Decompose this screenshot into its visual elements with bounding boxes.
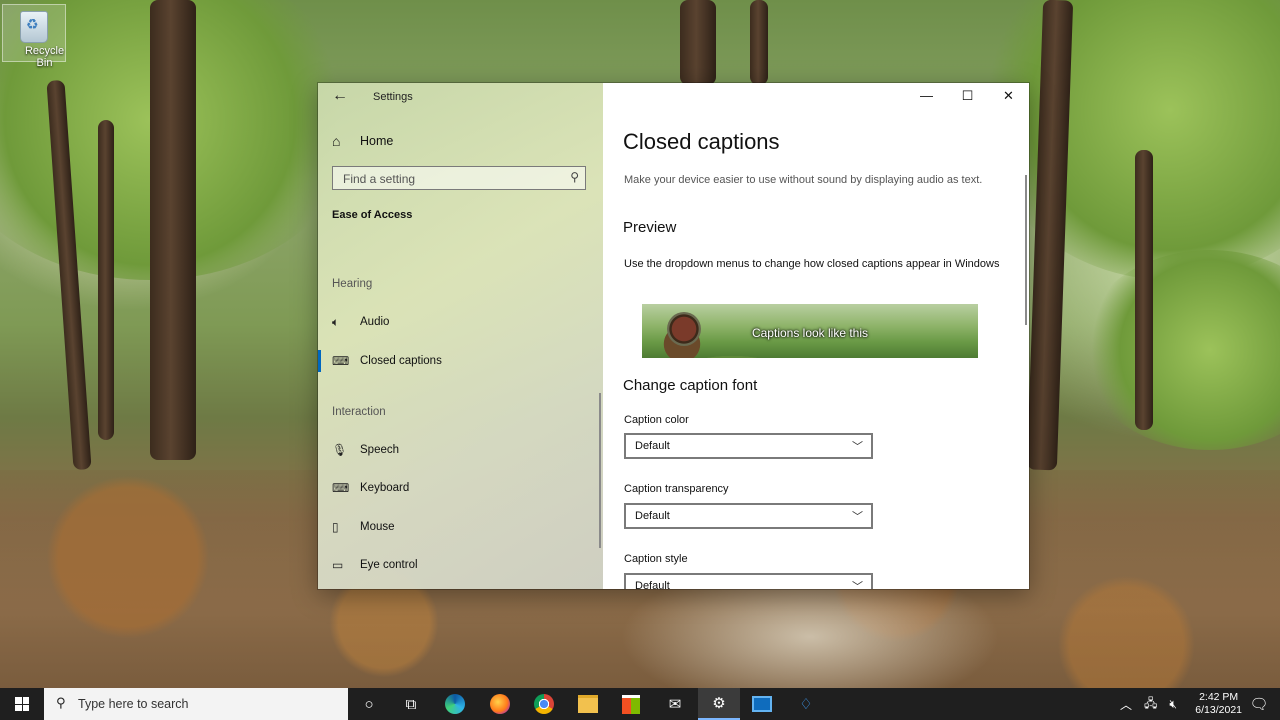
file-explorer-icon[interactable] (567, 688, 609, 720)
taskbar-search-box[interactable]: ⚲ Type here to search (44, 688, 348, 720)
change-caption-font-heading: Change caption font (623, 377, 758, 394)
sidebar-item-audio[interactable]: 🔈︎ Audio (332, 312, 389, 332)
windows-logo-icon (15, 697, 29, 711)
edge-icon[interactable] (434, 688, 476, 720)
page-title: Closed captions (623, 129, 780, 154)
home-icon: ⌂ (332, 133, 341, 149)
minimize-button[interactable]: — (906, 83, 947, 111)
preview-description: Use the dropdown menus to change how clo… (624, 258, 1000, 270)
cortana-icon[interactable]: ○ (348, 688, 390, 720)
firefox-icon[interactable] (479, 688, 521, 720)
caption-transparency-dropdown[interactable]: Default ﹀ (624, 503, 873, 529)
group-heading-hearing: Hearing (332, 278, 373, 290)
sidebar-item-label: Closed captions (360, 355, 442, 367)
recycle-bin-icon (20, 11, 48, 43)
find-setting-search-box[interactable]: Find a setting ⚲ (332, 166, 586, 190)
content-scrollbar[interactable] (1025, 175, 1027, 325)
window-title: Settings (373, 91, 413, 103)
chevron-down-icon: ﹀ (852, 511, 863, 523)
settings-window: ← Settings ⌂ Home Find a setting ⚲ Ease … (318, 83, 1029, 589)
sidebar-item-label: Mouse (360, 521, 395, 533)
recycle-bin-label: Recycle Bin (24, 45, 65, 69)
sidebar-item-label: Audio (360, 316, 390, 328)
speaker-icon: 🔈︎ (332, 314, 340, 329)
sidebar-item-label: Speech (360, 444, 400, 456)
sidebar-item-closed-captions[interactable]: ⌨︎ Closed captions (332, 351, 442, 371)
sidebar-item-speech[interactable]: 🎙︎ Speech (332, 440, 399, 460)
page-description: Make your device easier to use without s… (624, 174, 983, 186)
sidebar-item-mouse[interactable]: ▯ Mouse (332, 517, 395, 537)
azure-devops-icon[interactable]: ♢ (785, 688, 827, 720)
mail-icon[interactable]: ✉ (654, 688, 696, 720)
captions-icon: ⌨︎ (332, 354, 350, 368)
clock-date: 6/13/2021 (1195, 704, 1242, 716)
sidebar-item-eye-control[interactable]: ▭ Eye control (332, 555, 418, 575)
window-controls: — ☐ ✕ (906, 83, 1029, 111)
start-button[interactable] (0, 688, 44, 720)
selection-indicator (318, 350, 321, 372)
dropdown-value: Default (635, 580, 670, 589)
settings-icon[interactable]: ⚙ (698, 688, 740, 720)
group-heading-interaction: Interaction (332, 406, 386, 418)
dropdown-value: Default (635, 510, 670, 522)
close-button[interactable]: ✕ (988, 83, 1029, 111)
eye-control-icon: ▭ (332, 558, 344, 572)
settings-content: — ☐ ✕ Closed captions Make your device e… (603, 83, 1029, 589)
caption-style-label: Caption style (624, 553, 688, 565)
mouse-icon: ▯ (332, 520, 339, 534)
dropdown-value: Default (635, 440, 670, 452)
back-arrow-icon[interactable]: ← (332, 87, 348, 105)
chrome-icon[interactable] (523, 688, 565, 720)
task-view-icon[interactable]: ⧉ (390, 688, 432, 720)
caption-color-dropdown[interactable]: Default ﹀ (624, 433, 873, 459)
caption-transparency-label: Caption transparency (624, 483, 729, 495)
title-bar[interactable]: ← Settings (318, 83, 603, 111)
keyboard-icon: ⌨︎ (332, 481, 350, 495)
store-icon[interactable] (610, 688, 652, 720)
caption-style-dropdown[interactable]: Default ﹀ (624, 573, 873, 589)
preview-caption-text: Captions look like this (751, 326, 869, 340)
recycle-bin-desktop-icon[interactable]: Recycle Bin (2, 4, 66, 69)
maximize-button[interactable]: ☐ (947, 83, 988, 111)
sidebar-item-label: Keyboard (360, 482, 410, 494)
caption-preview-image: Captions look like this (642, 304, 978, 358)
notifications-icon[interactable]: 🗨︎ (1238, 688, 1280, 720)
taskbar: ⚲ Type here to search ○ ⧉ ✉ ⚙ ♢ ︿ 🖧︎ 🔇︎ … (0, 688, 1280, 720)
sidebar-item-keyboard[interactable]: ⌨︎ Keyboard (332, 478, 409, 498)
search-icon[interactable]: ⚲ (570, 170, 579, 184)
volume-muted-icon[interactable]: 🔇︎ (1169, 697, 1177, 712)
preview-heading: Preview (623, 219, 677, 236)
search-icon: ⚲ (56, 695, 66, 710)
outlook-icon[interactable] (741, 688, 783, 720)
caption-color-label: Caption color (624, 414, 689, 426)
sidebar-item-home[interactable]: ⌂ Home (332, 133, 393, 149)
taskbar-search-placeholder: Type here to search (78, 697, 189, 711)
search-placeholder: Find a setting (343, 172, 416, 186)
clock-time: 2:42 PM (1199, 691, 1239, 703)
chevron-down-icon: ﹀ (852, 441, 863, 453)
chevron-down-icon: ﹀ (852, 581, 863, 589)
settings-sidebar: ← Settings ⌂ Home Find a setting ⚲ Ease … (318, 83, 603, 589)
sidebar-item-label: Home (360, 134, 394, 148)
chevron-up-icon[interactable]: ︿ (1120, 696, 1132, 713)
microphone-icon: 🎙︎ (332, 443, 348, 457)
network-icon[interactable]: 🖧︎ (1144, 694, 1157, 715)
taskbar-clock[interactable]: 2:42 PM 6/13/2021 (1195, 691, 1242, 717)
sidebar-scrollbar[interactable] (599, 393, 601, 548)
section-heading: Ease of Access (332, 209, 413, 221)
system-tray: ︿ 🖧︎ 🔇︎ (1114, 688, 1183, 720)
sidebar-item-label: Eye control (360, 559, 418, 571)
